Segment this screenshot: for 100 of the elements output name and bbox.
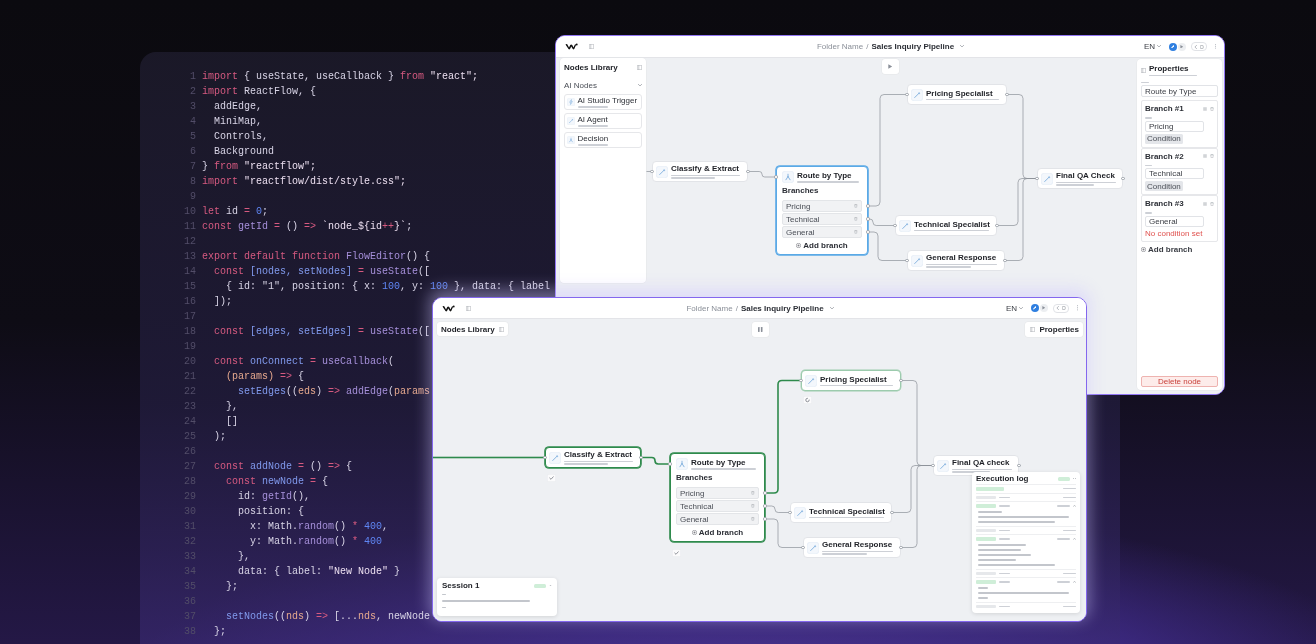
connection-handle[interactable] xyxy=(1017,463,1021,468)
connection-handle[interactable] xyxy=(801,545,805,550)
connection-handle[interactable] xyxy=(799,378,803,383)
connection-handle[interactable] xyxy=(763,491,767,495)
lines-icon[interactable] xyxy=(1203,154,1207,159)
title-field[interactable]: Route by Type xyxy=(1141,85,1218,98)
breadcrumb-folder[interactable]: Folder Name xyxy=(686,303,733,313)
workflow-title[interactable]: Sales Inquiry Pipeline xyxy=(740,303,824,313)
connection-handle[interactable] xyxy=(746,169,750,174)
branch-row[interactable]: Technical xyxy=(676,500,759,512)
add-branch-button[interactable]: Add branch xyxy=(1141,244,1193,254)
connection-handle[interactable] xyxy=(866,204,870,208)
properties-button[interactable]: Properties xyxy=(1025,322,1083,337)
workflow-node[interactable]: Final QA Check xyxy=(1037,168,1123,189)
run-button[interactable] xyxy=(752,322,769,337)
breadcrumb-folder[interactable]: Folder Name xyxy=(816,42,864,51)
condition-button[interactable]: Condition xyxy=(1145,181,1183,192)
branch-row[interactable]: General xyxy=(676,513,759,525)
check-icon[interactable] xyxy=(547,474,556,482)
connection-handle[interactable] xyxy=(866,230,870,234)
square-icon[interactable] xyxy=(1200,44,1204,49)
decision-node[interactable]: Route by Type Branches Pricing Technical General Add branch xyxy=(670,453,765,542)
caret-icon[interactable] xyxy=(1073,581,1076,583)
history-controls[interactable] xyxy=(1052,303,1070,313)
connection-handle[interactable] xyxy=(899,378,903,383)
language-button[interactable]: EN xyxy=(1144,42,1162,51)
connection-handle[interactable] xyxy=(905,92,909,97)
workflow-node[interactable]: Technical Specialist xyxy=(895,215,997,236)
connection-handle[interactable] xyxy=(639,455,643,460)
panel-icon[interactable] xyxy=(1030,327,1036,332)
workflow-node[interactable]: General Response xyxy=(803,537,901,558)
trash-icon[interactable] xyxy=(751,504,755,508)
branch-row[interactable]: Technical xyxy=(782,213,862,225)
panel-icon[interactable] xyxy=(589,44,594,49)
connection-handle[interactable] xyxy=(774,175,778,179)
workflow-node[interactable]: General Response xyxy=(907,250,1005,271)
trash-icon[interactable] xyxy=(1210,154,1214,159)
lines-icon[interactable] xyxy=(1203,106,1207,111)
edit-button[interactable] xyxy=(1168,42,1177,51)
trash-icon[interactable] xyxy=(854,204,858,208)
trash-icon[interactable] xyxy=(751,491,755,495)
condition-button[interactable]: Condition xyxy=(1145,133,1183,144)
trash-icon[interactable] xyxy=(1210,201,1214,206)
connection-handle[interactable] xyxy=(650,169,654,174)
caret-icon[interactable] xyxy=(1073,477,1076,480)
connection-handle[interactable] xyxy=(890,510,894,515)
edit-button[interactable] xyxy=(1030,304,1039,312)
caret-icon[interactable] xyxy=(1073,538,1076,540)
connection-handle[interactable] xyxy=(1003,258,1007,263)
trash-icon[interactable] xyxy=(854,230,858,234)
connection-handle[interactable] xyxy=(866,217,870,221)
branch-title-field[interactable]: General xyxy=(1145,215,1204,227)
add-branch-button[interactable]: Add branch xyxy=(691,527,744,537)
workflow-node[interactable]: Final QA check xyxy=(933,455,1019,476)
caret-icon[interactable] xyxy=(1157,45,1162,48)
logo-icon[interactable] xyxy=(442,304,455,312)
run-button[interactable] xyxy=(882,59,899,74)
delete-node-button[interactable]: Delete node xyxy=(1141,376,1218,387)
workflow-node[interactable]: Classify & Extract xyxy=(545,447,641,468)
connection-handle[interactable] xyxy=(1121,176,1125,181)
nodes-library-button[interactable]: Nodes Library xyxy=(437,322,508,336)
library-item[interactable]: Decision xyxy=(564,132,642,148)
branch-row[interactable]: General xyxy=(782,226,862,238)
branch-row[interactable]: Pricing xyxy=(782,200,862,212)
branch-title-field[interactable]: Technical xyxy=(1145,168,1204,180)
language-button[interactable]: EN xyxy=(1006,303,1024,313)
lines-icon[interactable] xyxy=(1203,201,1207,206)
logo-icon[interactable] xyxy=(565,43,578,50)
workflow-node[interactable]: Classify & Extract xyxy=(652,161,748,182)
trash-icon[interactable] xyxy=(751,517,755,521)
workflow-node[interactable]: Pricing Specialist xyxy=(907,84,1007,105)
connection-handle[interactable] xyxy=(763,517,767,521)
preview-button[interactable] xyxy=(1040,304,1049,312)
connection-handle[interactable] xyxy=(543,455,547,460)
branch-title-field[interactable]: Pricing xyxy=(1145,120,1204,132)
branch-row[interactable]: Pricing xyxy=(676,487,759,499)
add-branch-button[interactable]: Add branch xyxy=(796,240,848,250)
panel-icon[interactable] xyxy=(498,326,504,332)
caret-icon[interactable] xyxy=(1019,306,1024,310)
decision-node[interactable]: Route by Type Branches Pricing Technical General Add branch xyxy=(776,166,868,255)
connection-handle[interactable] xyxy=(995,223,999,228)
library-item[interactable]: AI Studio Trigger xyxy=(564,94,642,110)
workflow-node[interactable]: Pricing Specialist xyxy=(801,370,901,391)
panel-icon[interactable] xyxy=(1141,67,1146,73)
connection-handle[interactable] xyxy=(931,463,935,468)
connection-handle[interactable] xyxy=(905,258,909,263)
connection-handle[interactable] xyxy=(1035,176,1039,181)
connection-handle[interactable] xyxy=(763,504,767,508)
caret-icon[interactable] xyxy=(960,45,965,48)
connection-handle[interactable] xyxy=(788,510,792,515)
section-title[interactable]: AI Nodes xyxy=(564,81,597,90)
chevron-left-icon[interactable] xyxy=(1194,44,1198,49)
caret-icon[interactable] xyxy=(1073,505,1076,507)
trash-icon[interactable] xyxy=(1210,106,1214,111)
connection-handle[interactable] xyxy=(899,545,903,550)
caret-icon[interactable] xyxy=(638,84,642,87)
panel-icon[interactable] xyxy=(466,305,471,311)
panel-icon[interactable] xyxy=(637,65,642,70)
connection-handle[interactable] xyxy=(1005,92,1009,97)
library-item[interactable]: AI Agent xyxy=(564,113,642,129)
